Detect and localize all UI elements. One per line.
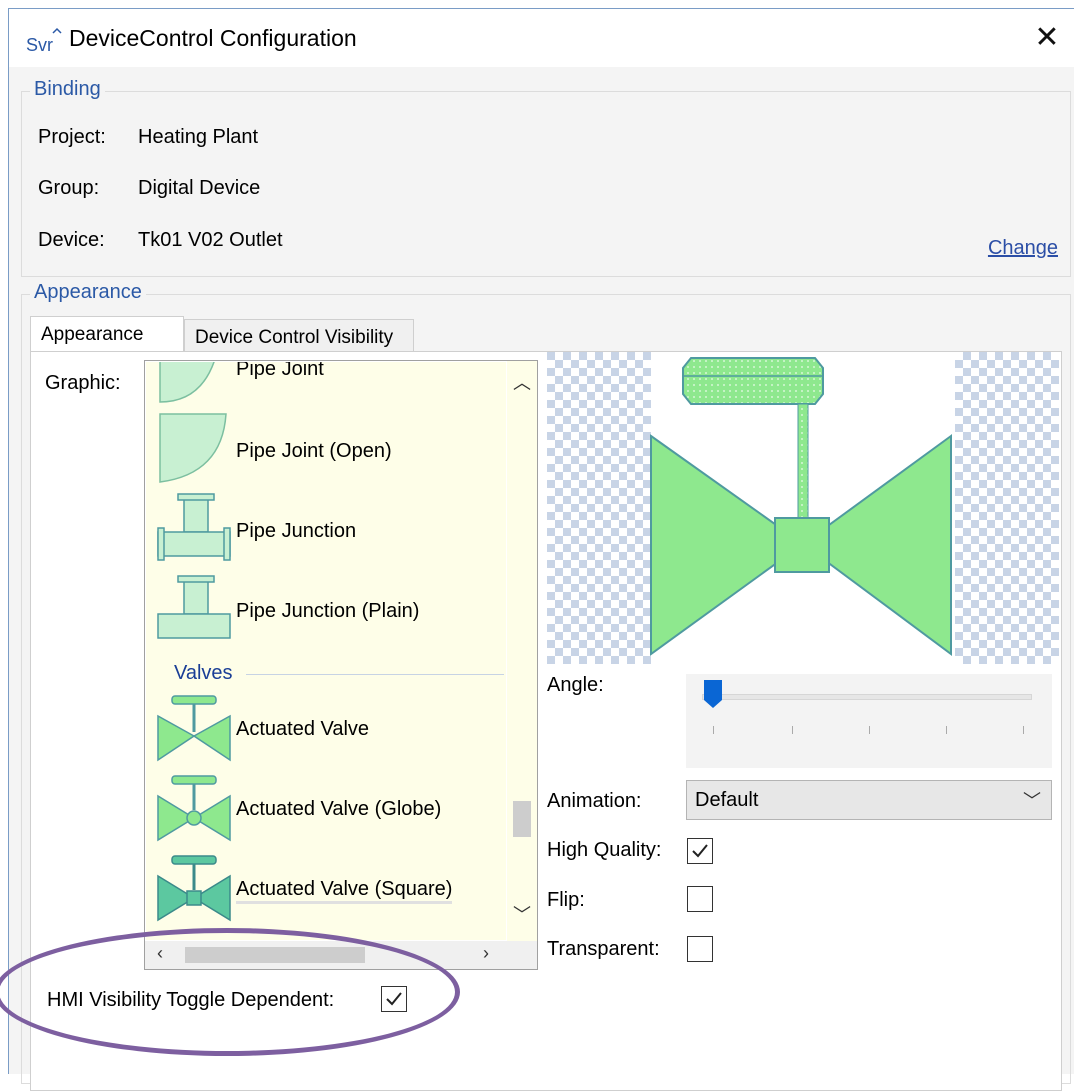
transparent-checkbox[interactable] <box>687 936 713 962</box>
slider-knob-icon[interactable] <box>704 680 722 708</box>
app-icon: Svr <box>26 27 62 55</box>
window-title: DeviceControl Configuration <box>69 25 357 51</box>
slider-tick <box>713 726 714 734</box>
list-item-label: Actuated Valve <box>236 718 370 740</box>
scroll-thumb-vertical[interactable] <box>513 801 531 837</box>
chevron-down-icon: ﹀ <box>1023 791 1041 811</box>
animation-select[interactable]: Default ﹀ <box>686 780 1052 820</box>
transparent-label: Transparent: <box>547 938 660 960</box>
animation-label: Animation: <box>547 790 642 812</box>
binding-group: Binding Project: Heating Plant Group: Di… <box>21 78 1071 277</box>
project-label: Project: <box>38 126 106 148</box>
slider-track[interactable] <box>702 694 1032 700</box>
actuated-valve-icon <box>157 695 231 762</box>
project-value: Heating Plant <box>138 126 259 148</box>
list-vertical-scrollbar[interactable]: ︿ ﹀ <box>507 361 537 941</box>
appearance-legend: Appearance <box>30 281 146 304</box>
graphic-listbox[interactable]: Pipe Joint Pipe Joint (Open) Pipe Juncti… <box>144 360 538 970</box>
actuated-valve-square-icon <box>157 855 231 922</box>
list-item[interactable]: Pipe Joint (Open) <box>146 412 506 492</box>
category-divider <box>246 674 504 675</box>
group-label: Group: <box>38 177 100 199</box>
chevron-down-icon[interactable]: ﹀ <box>507 901 537 927</box>
chevron-right-icon[interactable]: › <box>471 943 501 964</box>
device-control-configuration-dialog: Svr DeviceControl Configuration ✕ Bindin… <box>8 8 1074 1091</box>
animation-value: Default <box>695 789 759 811</box>
tab-device-control-visibility[interactable]: Device Control Visibility <box>184 319 414 352</box>
pipe-junction-icon <box>157 493 231 561</box>
graphic-preview <box>547 352 1059 664</box>
list-item-label: Pipe Joint <box>236 362 324 380</box>
device-label: Device: <box>38 229 105 251</box>
list-item-label: Actuated Valve (Square) <box>236 878 453 904</box>
pipe-joint-open-icon <box>159 413 227 483</box>
pipe-joint-icon <box>159 362 215 403</box>
tab-appearance[interactable]: Appearance <box>30 316 184 352</box>
device-value: Tk01 V02 Outlet <box>138 229 283 251</box>
highlight-ellipse-annotation <box>0 928 460 1056</box>
angle-label: Angle: <box>547 674 604 696</box>
high-quality-checkbox[interactable] <box>687 838 713 864</box>
change-link[interactable]: Change <box>988 237 1058 260</box>
list-item-selected[interactable]: Actuated Valve (Square) <box>146 852 506 932</box>
category-valves-label: Valves <box>174 662 233 684</box>
high-quality-label: High Quality: <box>547 839 662 861</box>
flip-label: Flip: <box>547 889 585 911</box>
close-icon[interactable]: ✕ <box>1027 19 1067 59</box>
list-item[interactable]: Actuated Valve <box>146 692 506 772</box>
slider-tick <box>1023 726 1024 734</box>
graphic-list-area: Pipe Joint Pipe Joint (Open) Pipe Juncti… <box>146 362 506 940</box>
list-item[interactable]: Pipe Junction (Plain) <box>146 572 506 652</box>
slider-tick <box>869 726 870 734</box>
svg-text:Svr: Svr <box>26 35 53 55</box>
flip-checkbox[interactable] <box>687 886 713 912</box>
pipe-junction-plain-icon <box>157 575 231 639</box>
list-item-label: Pipe Joint (Open) <box>236 440 392 462</box>
group-value: Digital Device <box>138 177 261 199</box>
list-item-label: Actuated Valve (Globe) <box>236 798 442 820</box>
list-item[interactable]: Actuated Valve (Globe) <box>146 772 506 852</box>
checkmark-icon <box>692 844 708 858</box>
list-item[interactable]: Pipe Junction <box>146 492 506 572</box>
actuated-valve-globe-icon <box>157 775 231 842</box>
binding-legend: Binding <box>30 78 105 101</box>
angle-slider[interactable] <box>686 674 1052 768</box>
slider-tick <box>946 726 947 734</box>
list-item-label: Pipe Junction <box>236 520 357 542</box>
list-item-label: Pipe Junction (Plain) <box>236 600 420 622</box>
chevron-up-icon[interactable]: ︿ <box>507 369 537 395</box>
slider-tick <box>792 726 793 734</box>
graphic-label: Graphic: <box>45 372 121 394</box>
title-bar: Svr DeviceControl Configuration ✕ <box>9 9 1074 67</box>
